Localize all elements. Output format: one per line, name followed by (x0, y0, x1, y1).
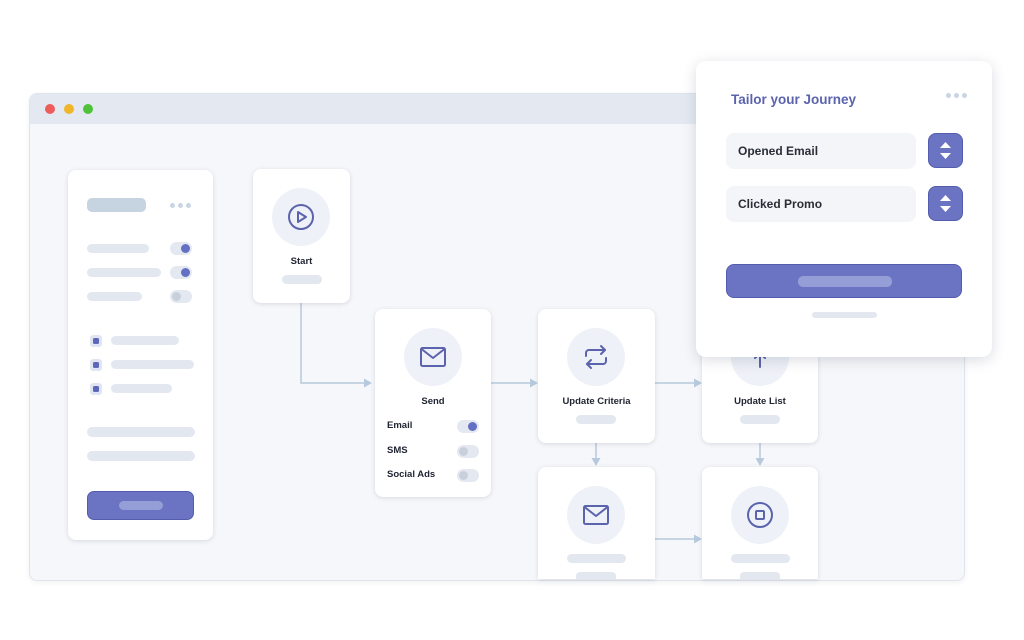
setting-label-placeholder (87, 244, 149, 253)
checkbox-label-placeholder (111, 336, 179, 345)
checkbox-label-placeholder (111, 384, 172, 393)
up-down-arrows-icon (940, 195, 951, 212)
channel-sms-toggle[interactable] (457, 445, 479, 458)
start-node-label: Start (290, 256, 313, 267)
journey-option-clicked-promo[interactable]: Clicked Promo (726, 186, 916, 222)
flow-node-update-criteria[interactable]: Update Criteria (538, 309, 655, 443)
send-2-icon-circle (567, 486, 625, 544)
envelope-icon (583, 505, 609, 525)
filter-settings-card (68, 170, 213, 540)
up-down-arrows-icon (940, 142, 951, 159)
flow-node-end[interactable] (702, 467, 818, 579)
node-subtitle-placeholder (576, 572, 616, 579)
node-subtitle-placeholder (576, 415, 616, 424)
stop-circle-icon (747, 502, 773, 528)
flow-node-start[interactable]: Start (253, 169, 350, 303)
setting-toggle-2[interactable] (170, 266, 192, 279)
channel-email-label: Email (387, 420, 413, 431)
filter-checkbox-1[interactable] (90, 335, 102, 347)
button-label-placeholder (798, 276, 892, 287)
setting-label-placeholder (87, 268, 161, 277)
setting-toggle-1[interactable] (170, 242, 192, 255)
option-label: Clicked Promo (738, 197, 823, 211)
update-criteria-label: Update Criteria (562, 396, 631, 407)
update-list-label: Update List (734, 396, 786, 407)
send-node-label: Send (421, 396, 445, 407)
card-primary-button[interactable] (87, 491, 194, 520)
start-node-icon-circle (272, 188, 330, 246)
setting-label-placeholder (87, 292, 142, 301)
apply-journey-button[interactable] (726, 264, 962, 298)
secondary-link-placeholder[interactable] (812, 312, 877, 318)
more-options-icon[interactable] (946, 93, 967, 98)
panel-title: Tailor your Journey (731, 92, 857, 107)
journey-option-opened-email[interactable]: Opened Email (726, 133, 916, 169)
option-label: Opened Email (738, 144, 819, 158)
update-criteria-icon-circle (567, 328, 625, 386)
send-node-icon-circle (404, 328, 462, 386)
channel-social-ads-toggle[interactable] (457, 469, 479, 482)
play-circle-icon (288, 204, 314, 230)
text-line-placeholder (87, 427, 195, 437)
flow-node-send[interactable]: Send Email SMS Social Ads (375, 309, 491, 497)
tailor-journey-panel: Tailor your Journey Opened Email Clicked… (696, 61, 992, 357)
repeat-arrows-icon (585, 345, 607, 369)
card-header-placeholder (87, 198, 146, 212)
filter-checkbox-3[interactable] (90, 383, 102, 395)
option-2-order-stepper[interactable] (928, 186, 963, 221)
filter-checkbox-2[interactable] (90, 359, 102, 371)
envelope-icon (420, 347, 446, 367)
checkbox-label-placeholder (111, 360, 194, 369)
node-title-placeholder (567, 554, 626, 563)
node-subtitle-placeholder (282, 275, 322, 284)
node-subtitle-placeholder (740, 572, 780, 579)
option-1-order-stepper[interactable] (928, 133, 963, 168)
channel-email-toggle[interactable] (457, 420, 479, 433)
node-title-placeholder (731, 554, 790, 563)
setting-toggle-3[interactable] (170, 290, 192, 303)
more-options-icon[interactable] (170, 203, 191, 208)
channel-sms-label: SMS (387, 445, 408, 456)
node-subtitle-placeholder (740, 415, 780, 424)
text-line-placeholder (87, 451, 195, 461)
end-node-icon-circle (731, 486, 789, 544)
channel-social-ads-label: Social Ads (387, 469, 436, 480)
button-label-placeholder (119, 501, 163, 510)
flow-node-send-2[interactable] (538, 467, 655, 579)
